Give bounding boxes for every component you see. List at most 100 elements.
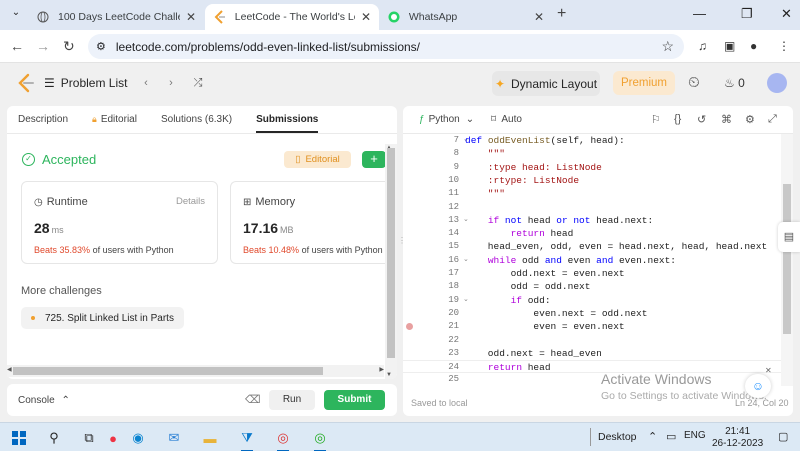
scroll-right-icon[interactable]: ▶ xyxy=(379,366,384,373)
code-line[interactable]: 16 ⌄ while odd and even and even.next: xyxy=(403,254,781,267)
mail-icon[interactable]: ✉ xyxy=(165,429,183,447)
window-close-icon[interactable]: ✕ xyxy=(781,6,792,22)
tab-description[interactable]: Description xyxy=(18,114,68,125)
code-area[interactable]: 7 ⌄ def oddEvenList(self, head): 8 """ 9 :ty… xyxy=(403,134,781,386)
code-line[interactable]: 25 xyxy=(403,373,781,386)
timer-icon[interactable]: ⏲ xyxy=(688,74,700,91)
code-line[interactable]: 21 even = even.next xyxy=(403,320,781,333)
code-line[interactable]: 19 ⌄ if odd: xyxy=(403,294,781,307)
bookmark-icon[interactable]: ⚐ xyxy=(651,113,661,126)
sidepanel-icon[interactable]: ▣ xyxy=(724,39,735,53)
tab-solutions[interactable]: Solutions (6.3K) xyxy=(161,114,232,125)
details-link[interactable]: Details xyxy=(176,196,205,207)
scroll-left-icon[interactable]: ◀ xyxy=(7,366,12,373)
scroll-down-icon[interactable]: ▼ xyxy=(386,372,392,378)
problem-list-button[interactable]: ☰ Problem List xyxy=(44,76,127,90)
reset-icon[interactable]: ↺ xyxy=(697,113,706,126)
tab-submissions[interactable]: Submissions xyxy=(256,114,319,133)
code-line[interactable]: 7 ⌄ def oddEvenList(self, head): xyxy=(403,134,781,147)
code-line[interactable]: 23 odd.next = head_even xyxy=(403,347,781,360)
run-button[interactable]: Run xyxy=(269,390,315,410)
dynamic-layout-button[interactable]: ✦ Dynamic Layout xyxy=(492,71,600,96)
reload-icon[interactable]: ↻ xyxy=(63,38,75,55)
code-line[interactable]: 15 head_even, odd, even = head.next, hea… xyxy=(403,240,781,253)
code-line[interactable]: 13 ⌄ if not head or not head.next: xyxy=(403,214,781,227)
close-icon[interactable]: ✕ xyxy=(361,10,371,24)
profile-icon[interactable]: ● xyxy=(750,39,757,53)
media-icon[interactable]: ♫ xyxy=(698,39,707,53)
language-select[interactable]: ƒ Python ⌄ xyxy=(419,114,474,125)
editor-scrollbar[interactable] xyxy=(781,134,793,386)
forward-icon[interactable]: → xyxy=(36,38,50,54)
console-toggle[interactable]: Console ⌃ xyxy=(18,395,70,406)
shortcut-icon[interactable]: ⌘ xyxy=(721,113,732,126)
language-indicator[interactable]: ENG xyxy=(684,430,706,441)
task-view-icon[interactable]: ⧉ xyxy=(80,429,98,447)
windows-start-icon[interactable] xyxy=(10,429,28,447)
notification-icon[interactable]: ▢ xyxy=(778,430,788,443)
edge-icon[interactable]: ◉ xyxy=(129,429,147,447)
kebab-menu-icon[interactable]: ⋮ xyxy=(778,39,790,53)
browser-tab-3[interactable]: WhatsApp ✕ xyxy=(380,4,552,30)
next-problem-icon[interactable]: › xyxy=(162,73,180,93)
close-icon[interactable]: ✕ xyxy=(765,366,772,375)
code-line[interactable]: 24 return head xyxy=(403,360,781,374)
clock[interactable]: 21:41 26-12-2023 xyxy=(712,426,763,450)
auto-mode[interactable]: ⌑ Auto xyxy=(491,114,522,125)
back-icon[interactable]: ← xyxy=(10,38,24,54)
challenge-link[interactable]: 725. Split Linked List in Parts xyxy=(21,307,184,329)
tab-editorial[interactable]: 🔒︎ Editorial xyxy=(92,114,137,125)
vscode-icon[interactable]: ⧩ xyxy=(238,429,256,451)
avatar[interactable] xyxy=(767,73,787,93)
bookmark-star-icon[interactable]: ☆ xyxy=(661,38,674,55)
chrome-profile-icon[interactable]: ◎ xyxy=(311,429,329,451)
maximize-icon[interactable]: ❐ xyxy=(741,6,753,22)
runtime-card[interactable]: ◷ Runtime Details 28 ms Beats 35.83% of u… xyxy=(21,181,218,264)
network-icon[interactable]: ▭ xyxy=(666,430,676,443)
code-line[interactable]: 11 """ xyxy=(403,187,781,200)
submit-button[interactable]: Submit xyxy=(324,390,385,410)
code-line[interactable]: 14 return head xyxy=(403,227,781,240)
add-solution-button[interactable]: + xyxy=(362,151,386,168)
code-line[interactable]: 18 odd = odd.next xyxy=(403,280,781,293)
scrollbar-thumb[interactable] xyxy=(783,184,791,334)
code-line[interactable]: 8 """ xyxy=(403,147,781,160)
feedback-button[interactable]: ☺ xyxy=(745,374,771,398)
left-horizontal-scrollbar[interactable]: ◀ ▶ xyxy=(7,365,384,377)
close-icon[interactable]: ✕ xyxy=(186,10,196,24)
code-line[interactable]: 10 :rtype: ListNode xyxy=(403,174,781,187)
close-icon[interactable]: ✕ xyxy=(534,10,544,24)
minimize-icon[interactable]: — xyxy=(693,6,706,21)
braces-icon[interactable]: {} xyxy=(674,113,681,125)
code-line[interactable]: 22 xyxy=(403,334,781,347)
code-line[interactable]: 12 xyxy=(403,201,781,214)
url-input[interactable]: ⚙ leetcode.com/problems/odd-even-linked-… xyxy=(88,34,684,59)
scrollbar-thumb[interactable] xyxy=(387,148,395,358)
scrollbar-thumb[interactable] xyxy=(13,367,323,375)
browser-tab-2[interactable]: LeetCode - The World's Leading ✕ xyxy=(205,4,379,30)
new-tab-icon[interactable]: + xyxy=(557,5,566,23)
app-icon-red[interactable]: ● xyxy=(104,429,122,447)
site-info-icon[interactable]: ⚙ xyxy=(96,40,106,53)
fullscreen-icon[interactable]: ⤢ xyxy=(768,113,777,126)
tab-search-icon[interactable]: ⌄ xyxy=(8,7,24,23)
premium-button[interactable]: Premium xyxy=(613,71,675,95)
left-scrollbar[interactable]: ▲ ▼ xyxy=(385,144,397,379)
desktop-toolbar[interactable]: Desktop xyxy=(598,431,637,443)
memory-card[interactable]: ⊞ Memory 17.16 MB Beats 10.48% of users w… xyxy=(230,181,396,264)
shuffle-icon[interactable]: ⤮ xyxy=(189,73,207,93)
editorial-button[interactable]: ▯ Editorial xyxy=(284,151,351,168)
search-icon[interactable]: ⚲ xyxy=(45,429,63,447)
notes-side-tab[interactable]: ▤ xyxy=(778,222,800,252)
leetcode-logo[interactable] xyxy=(17,73,35,93)
code-line[interactable]: 9 :type head: ListNode xyxy=(403,161,781,174)
trash-icon[interactable]: ⌫ xyxy=(245,393,261,406)
code-line[interactable]: 20 even.next = odd.next xyxy=(403,307,781,320)
chrome-icon[interactable]: ◎ xyxy=(274,429,292,451)
browser-tab-1[interactable]: 100 Days LeetCode Challenge - ✕ xyxy=(28,4,204,30)
chevron-up-icon[interactable]: ⌃ xyxy=(648,430,657,443)
settings-icon[interactable]: ⚙ xyxy=(745,113,755,126)
prev-problem-icon[interactable]: ‹ xyxy=(137,73,155,93)
streak-counter[interactable]: ♨ 0 xyxy=(724,76,745,90)
file-explorer-icon[interactable]: ▬ xyxy=(201,429,219,447)
